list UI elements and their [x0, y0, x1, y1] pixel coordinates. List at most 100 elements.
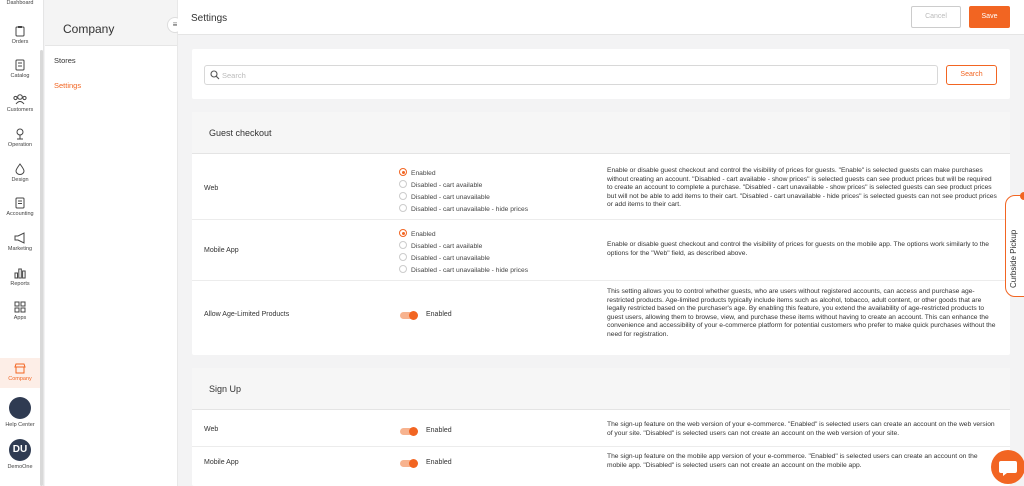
row-label: Web [204, 185, 219, 192]
radio-option[interactable]: Disabled - cart available [399, 241, 482, 250]
droplet-icon [15, 163, 25, 175]
row-description: The sign-up feature on the web version o… [607, 421, 995, 437]
radio-unchecked-icon [399, 180, 407, 188]
radio-option[interactable]: Disabled - cart unavailable [399, 192, 490, 201]
store-icon [14, 363, 26, 374]
row-label: Mobile App [204, 459, 239, 466]
rail-item-apps[interactable]: Apps [0, 301, 40, 321]
row-description: Enable or disable guest checkout and con… [607, 167, 997, 209]
toggle-label: Enabled [426, 427, 452, 434]
help-avatar [9, 397, 31, 419]
rail-label: Operation [7, 142, 33, 148]
collapse-icon: ≡ [172, 20, 178, 29]
catalog-icon [15, 59, 25, 71]
row-description: Enable or disable guest checkout and con… [607, 241, 990, 257]
search-input[interactable]: Search [204, 65, 938, 85]
section-header: Sign Up [192, 368, 1010, 410]
rail-item-design[interactable]: Design [0, 163, 40, 183]
sign-up-panel: Sign Up Web Enabled The sign-up feature … [192, 368, 1010, 486]
radio-unchecked-icon [399, 204, 407, 212]
document-icon [15, 197, 25, 209]
operation-icon [16, 128, 24, 140]
row-label: Allow Age-Limited Products [204, 311, 290, 318]
rail-item-company[interactable]: Company [0, 358, 40, 388]
rail-label: DemoOne [7, 464, 33, 470]
radio-checked-icon [399, 168, 407, 176]
guest-web-row: Web Enabled Disabled - cart available Di… [192, 155, 1010, 220]
rail-item-customers[interactable]: Customers [0, 94, 40, 113]
rail-label: Company [8, 376, 32, 382]
bar-chart-icon [14, 268, 26, 279]
radio-option[interactable]: Disabled - cart unavailable - hide price… [399, 265, 528, 274]
main-rail: Dashboard Orders Catalog Customers Opera… [0, 0, 44, 486]
rail-item-marketing[interactable]: Marketing [0, 232, 40, 252]
sign-up-mobile-toggle[interactable] [400, 458, 418, 468]
row-description: The sign-up feature on the mobile app ve… [607, 453, 978, 469]
rail-label: Orders [11, 39, 29, 45]
rail-label: Marketing [7, 246, 33, 252]
subnav-item-settings[interactable]: Settings [54, 81, 81, 90]
subnav-header: Company ≡ [45, 0, 183, 46]
row-description: This setting allows you to control wheth… [607, 288, 996, 338]
section-title: Guest checkout [209, 128, 272, 138]
page-title: Settings [191, 13, 228, 24]
rail-label: Catalog [10, 73, 30, 79]
rail-label: Reports [10, 281, 30, 287]
rail-item-catalog[interactable]: Catalog [0, 59, 40, 79]
section-title: Sign Up [209, 384, 242, 394]
top-bar: Settings Cancel Save [178, 0, 1024, 35]
rail-item-orders[interactable]: Orders [0, 25, 40, 45]
users-icon [13, 94, 27, 105]
rail-item-help-center[interactable]: Help Center [0, 397, 40, 428]
rail-label: Dashboard [6, 0, 34, 6]
curbside-pickup-tab[interactable]: Curbside Pickup [1005, 192, 1024, 297]
company-subnav: Company ≡ Stores Settings [45, 0, 183, 486]
sign-up-web-row: Web Enabled The sign-up feature on the w… [192, 411, 1010, 447]
chat-icon [999, 461, 1017, 476]
user-avatar: DU [9, 439, 31, 461]
subnav-title: Company [63, 22, 115, 36]
rail-scrollbar[interactable] [40, 50, 43, 486]
chat-button[interactable] [991, 450, 1024, 484]
radio-option[interactable]: Disabled - cart unavailable - hide price… [399, 204, 528, 213]
age-limited-toggle[interactable] [400, 310, 418, 320]
grid-icon [14, 301, 26, 313]
rail-item-accounting[interactable]: Accounting [0, 197, 40, 217]
search-button[interactable]: Search [946, 65, 997, 85]
megaphone-icon [14, 232, 25, 244]
rail-item-dashboard[interactable]: Dashboard [0, 0, 40, 6]
rail-item-reports[interactable]: Reports [0, 267, 40, 287]
rail-item-account[interactable]: DU DemoOne [0, 439, 40, 470]
notification-badge [1020, 192, 1024, 200]
radio-option[interactable]: Enabled [399, 168, 436, 177]
clipboard-icon [15, 26, 25, 37]
radio-option[interactable]: Enabled [399, 229, 436, 238]
sign-up-web-toggle[interactable] [400, 426, 418, 436]
radio-option[interactable]: Disabled - cart unavailable [399, 253, 490, 262]
subnav-item-stores[interactable]: Stores [54, 56, 76, 65]
rail-label: Design [11, 177, 29, 183]
section-header: Guest checkout [192, 112, 1010, 154]
rail-label: Apps [13, 315, 27, 321]
search-placeholder: Search [222, 71, 246, 80]
age-limited-row: Allow Age-Limited Products Enabled This … [192, 281, 1010, 355]
radio-unchecked-icon [399, 192, 407, 200]
row-label: Web [204, 426, 219, 433]
row-label: Mobile App [204, 247, 239, 254]
sign-up-mobile-row: Mobile App Enabled The sign-up feature o… [192, 447, 1010, 486]
radio-option[interactable]: Disabled - cart available [399, 180, 482, 189]
cancel-button[interactable]: Cancel [911, 6, 961, 28]
guest-mobile-row: Mobile App Enabled Disabled - cart avail… [192, 220, 1010, 281]
save-button[interactable]: Save [969, 6, 1010, 28]
curbside-pickup-label: Curbside Pickup [1009, 229, 1018, 288]
rail-item-operation[interactable]: Operation [0, 128, 40, 148]
rail-label: Accounting [6, 211, 34, 217]
radio-unchecked-icon [399, 253, 407, 261]
rail-label: Customers [6, 107, 34, 113]
radio-unchecked-icon [399, 265, 407, 273]
radio-unchecked-icon [399, 241, 407, 249]
radio-checked-icon [399, 229, 407, 237]
search-icon [210, 70, 220, 80]
search-panel: Search Search [192, 49, 1010, 99]
toggle-label: Enabled [426, 459, 452, 466]
